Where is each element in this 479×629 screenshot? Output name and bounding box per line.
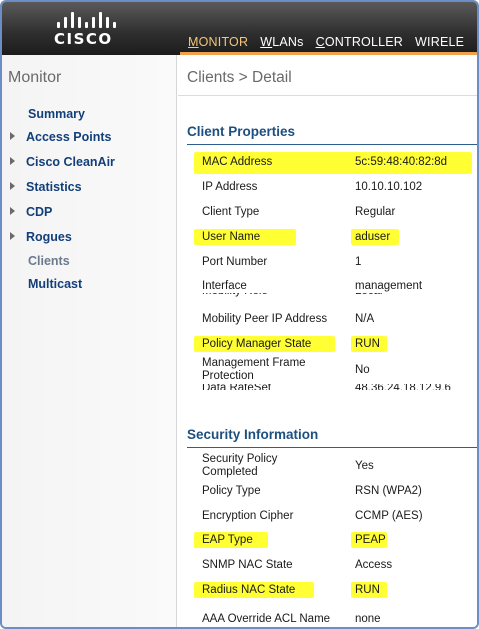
section-title-security-information: Security Information (187, 427, 319, 442)
sidebar-item-label: CDP (26, 205, 53, 219)
row-value: 10.10.10.102 (355, 181, 423, 193)
row-value: No (355, 364, 370, 376)
sidebar-item-label: Summary (28, 107, 85, 121)
section-title-client-properties: Client Properties (187, 124, 296, 139)
row-label: Management Frame Protection (202, 357, 306, 382)
nav-wireless[interactable]: WIRELE (415, 35, 464, 49)
main-nav: MONITOR WLANs CONTROLLER WIRELE (188, 35, 464, 49)
row-value: management (355, 280, 423, 292)
row-label: Mobility Peer IP Address (202, 313, 328, 325)
row-label: Client Type (202, 206, 260, 218)
sidebar-item-label: Access Points (26, 130, 112, 144)
sidebar-item-label: Cisco CleanAir (26, 155, 115, 169)
row-label: MAC Address (202, 156, 273, 168)
row-value: N/A (355, 313, 375, 325)
sidebar-item-label: Statistics (26, 180, 82, 194)
row-label: User Name (202, 231, 261, 243)
clipped-text-fragment: Mobility Role (202, 293, 322, 298)
row-value: none (355, 613, 381, 625)
chevron-right-icon[interactable] (10, 207, 15, 215)
row-label: AAA Override ACL Name (202, 613, 331, 625)
nav-controller[interactable]: CONTROLLER (316, 35, 403, 49)
nav-monitor[interactable]: MONITOR (188, 35, 248, 49)
row-label: EAP Type (202, 534, 253, 546)
chevron-right-icon[interactable] (10, 132, 15, 140)
nav-wlans[interactable]: WLANs (260, 35, 303, 49)
row-label: Port Number (202, 256, 268, 268)
row-label: Security Policy Completed (202, 453, 278, 478)
chevron-right-icon[interactable] (10, 232, 15, 240)
main-content: Clients > Detail Client Properties MAC A… (178, 55, 477, 627)
row-value: Regular (355, 206, 396, 218)
row-value: RUN (355, 584, 380, 596)
page-title: Clients > Detail (187, 69, 292, 86)
logo-wordmark: CISCO (54, 30, 113, 48)
clipped-text-fragment: 48,36,24,18,12,9,6 (355, 384, 451, 390)
sidebar-item-summary[interactable]: Summary (10, 107, 85, 125)
app-window: CISCO MONITOR WLANs CONTROLLER WIRELE Mo… (0, 0, 479, 629)
row-label: IP Address (202, 181, 258, 193)
sidebar-item-clients[interactable]: Clients (10, 254, 70, 272)
row-value: PEAP (355, 534, 386, 546)
row-value: Yes (355, 460, 374, 472)
row-label: Encryption Cipher (202, 510, 294, 522)
chevron-right-icon[interactable] (10, 182, 15, 190)
row-value: aduser (355, 231, 391, 243)
row-label: Radius NAC State (202, 584, 296, 596)
sidebar-item-access-points[interactable]: Access Points (10, 130, 111, 148)
clipped-text-fragment: Local (355, 293, 415, 298)
clipped-text-fragment: Data RateSet (202, 384, 272, 390)
row-label: Interface (202, 280, 247, 292)
divider (187, 447, 477, 448)
sidebar: Monitor Summary Access Points Cisco Clea… (2, 55, 177, 627)
divider (187, 144, 477, 145)
row-value: 1 (355, 256, 362, 268)
cisco-logo[interactable]: CISCO (50, 10, 130, 50)
sidebar-item-multicast[interactable]: Multicast (10, 277, 82, 295)
row-label: Policy Manager State (202, 338, 312, 350)
sidebar-title: Monitor (8, 69, 62, 86)
row-value: CCMP (AES) (355, 510, 423, 522)
sidebar-item-rogues[interactable]: Rogues (10, 230, 72, 248)
row-value: RSN (WPA2) (355, 485, 422, 497)
top-header: CISCO MONITOR WLANs CONTROLLER WIRELE (2, 2, 477, 55)
sidebar-item-label: Rogues (26, 230, 72, 244)
cisco-bridge-icon (57, 10, 116, 28)
sidebar-item-label: Clients (28, 254, 70, 268)
row-label: Policy Type (202, 485, 261, 497)
sidebar-item-label: Multicast (28, 277, 83, 291)
row-value: 5c:59:48:40:82:8d (355, 156, 448, 168)
row-label: SNMP NAC State (202, 559, 293, 571)
sidebar-item-statistics[interactable]: Statistics (10, 180, 82, 198)
sidebar-item-cdp[interactable]: CDP (10, 205, 52, 223)
chevron-right-icon[interactable] (10, 157, 15, 165)
row-value: Access (355, 559, 393, 571)
sidebar-item-cisco-cleanair[interactable]: Cisco CleanAir (10, 155, 115, 173)
divider (178, 95, 477, 96)
row-value: RUN (355, 338, 380, 350)
